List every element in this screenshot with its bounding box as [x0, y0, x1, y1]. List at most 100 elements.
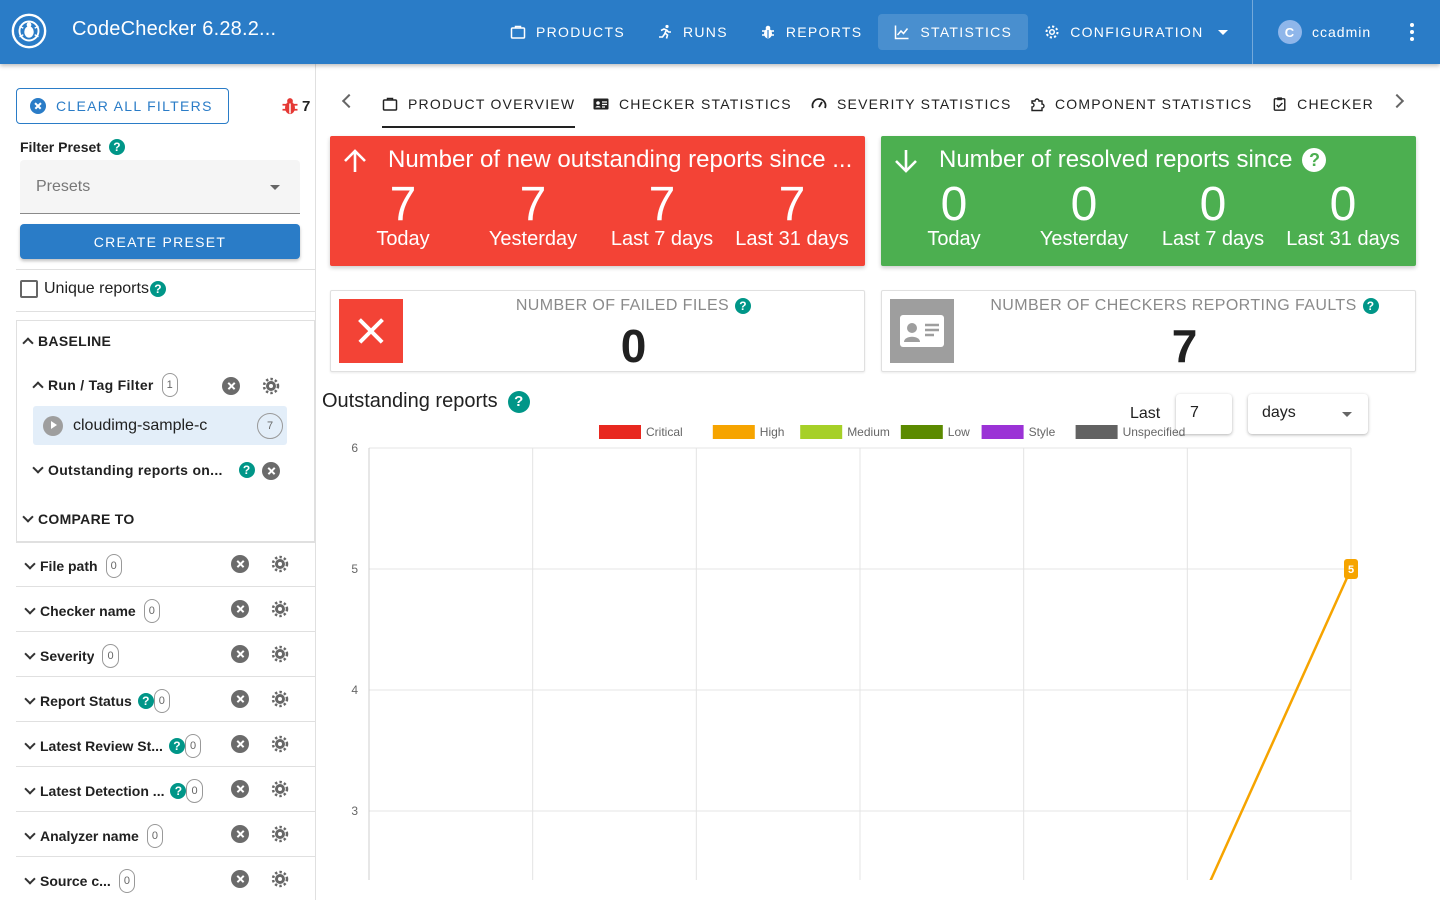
- run-tag-filter-header[interactable]: Run / Tag Filter 1: [32, 373, 179, 397]
- resolved-last-31-days: 0 Last 31 days: [1278, 178, 1408, 251]
- more-vert-icon[interactable]: [1404, 20, 1420, 44]
- run-item[interactable]: cloudimg-sample-c 7: [33, 406, 287, 445]
- nav-statistics[interactable]: Statistics: [878, 14, 1029, 50]
- help-icon[interactable]: ?: [1302, 148, 1327, 172]
- gear-icon[interactable]: [271, 870, 289, 888]
- nav-reports[interactable]: Reports: [744, 14, 879, 50]
- legend-swatch: [981, 425, 1024, 439]
- codechecker-logo-icon[interactable]: [10, 12, 48, 50]
- gear-icon[interactable]: [271, 735, 289, 753]
- stat-value: 0: [1070, 178, 1098, 231]
- legend-label: Low: [948, 425, 970, 439]
- resolved-reports-title-text: Number of resolved reports since: [939, 146, 1293, 173]
- filter-row[interactable]: Latest Detection ...? 0: [16, 767, 315, 812]
- report-count-badge: 7: [280, 96, 310, 116]
- app-title: CodeChecker 6.28.2...: [72, 18, 277, 40]
- puzzle-icon: [1031, 98, 1045, 112]
- unique-reports-checkbox[interactable]: [20, 280, 38, 298]
- compare-to-header[interactable]: COMPARE TO: [22, 511, 135, 527]
- tab-component-statistics[interactable]: Component statistics: [1029, 80, 1252, 128]
- clear-filter-icon[interactable]: [231, 645, 249, 663]
- presets-select[interactable]: Presets: [20, 160, 300, 214]
- nav-configuration[interactable]: Configuration: [1028, 14, 1243, 50]
- tab-product-overview-label: Product overview: [408, 96, 576, 112]
- gear-icon[interactable]: [271, 555, 289, 573]
- legend-swatch: [712, 425, 755, 439]
- help-icon[interactable]: ?: [149, 281, 166, 297]
- help-icon[interactable]: ?: [168, 738, 185, 754]
- gear-icon[interactable]: [262, 377, 280, 395]
- clear-filter-icon[interactable]: [231, 870, 249, 888]
- nav-products[interactable]: Products: [494, 14, 641, 50]
- nav-configuration-label: Configuration: [1070, 24, 1204, 40]
- nav-reports-label: Reports: [785, 24, 863, 40]
- user-menu[interactable]: C ccadmin: [1278, 20, 1371, 44]
- filter-row[interactable]: File path 0: [16, 542, 315, 587]
- chevron-down-icon: [22, 511, 34, 523]
- filter-row[interactable]: Checker name 0: [16, 587, 315, 632]
- help-icon[interactable]: ?: [507, 390, 530, 413]
- failed-files-value: 0: [620, 320, 647, 372]
- chevron-right-icon[interactable]: [1389, 93, 1405, 109]
- clear-filter-icon[interactable]: [262, 462, 280, 480]
- outstanding-on-label: Outstanding reports on...: [48, 462, 223, 478]
- clear-filter-icon[interactable]: [231, 600, 249, 618]
- help-icon[interactable]: ?: [170, 783, 187, 799]
- tab-product-overview[interactable]: Product overview: [382, 80, 576, 128]
- filter-row[interactable]: Report Status? 0: [16, 677, 315, 722]
- create-preset-button[interactable]: CREATE PRESET: [20, 224, 300, 259]
- clear-filter-icon[interactable]: [231, 690, 249, 708]
- legend-swatch: [599, 425, 641, 439]
- chevron-down-icon: [24, 783, 36, 795]
- gear-icon[interactable]: [271, 780, 289, 798]
- filter-label: Analyzer name 0: [24, 824, 163, 848]
- gear-icon[interactable]: [271, 825, 289, 843]
- clear-filter-icon[interactable]: [231, 555, 249, 573]
- gear-icon[interactable]: [271, 690, 289, 708]
- tab-checker-statistics[interactable]: Checker statistics: [593, 80, 792, 128]
- clear-filter-icon[interactable]: [222, 377, 240, 395]
- filter-preset-label: Filter Preset ?: [20, 139, 125, 155]
- filter-row[interactable]: Analyzer name 0: [16, 812, 315, 857]
- clear-all-filters-button[interactable]: CLEAR ALL FILTERS: [16, 88, 229, 124]
- tab-severity-statistics[interactable]: Severity statistics: [811, 80, 1012, 128]
- chevron-left-icon[interactable]: [341, 93, 357, 109]
- clear-filter-icon[interactable]: [231, 825, 249, 843]
- chart-line-icon: [895, 25, 909, 40]
- gear-icon: [1045, 25, 1059, 39]
- filter-row[interactable]: Source c... 0: [16, 857, 315, 900]
- stat-label: Last 7 days: [1161, 228, 1265, 250]
- help-icon[interactable]: ?: [1362, 298, 1379, 314]
- user-name: ccadmin: [1312, 24, 1372, 40]
- resolved-reports-title: Number of resolved reports since ?: [939, 146, 1410, 174]
- new-yesterday: 7 Yesterday: [468, 178, 598, 251]
- chevron-down-icon: [24, 738, 36, 750]
- help-icon[interactable]: ?: [238, 462, 255, 478]
- help-icon[interactable]: ?: [108, 139, 125, 155]
- nav-products-label: Products: [536, 24, 625, 40]
- gear-icon[interactable]: [271, 600, 289, 618]
- baseline-header[interactable]: BASELINE: [22, 333, 111, 349]
- help-icon[interactable]: ?: [137, 693, 154, 709]
- clear-filter-icon[interactable]: [231, 735, 249, 753]
- stat-value: 7: [519, 178, 547, 231]
- gear-icon[interactable]: [271, 645, 289, 663]
- run-icon: [658, 24, 671, 39]
- clear-filter-icon[interactable]: [231, 780, 249, 798]
- unique-reports-toggle[interactable]: Unique reports ?: [20, 280, 166, 298]
- report-count: 7: [302, 97, 311, 115]
- tab-checker[interactable]: Checker: [1272, 80, 1374, 128]
- clear-all-filters-label: CLEAR ALL FILTERS: [56, 98, 213, 114]
- close-icon: [339, 299, 403, 363]
- nav-runs[interactable]: Runs: [641, 14, 744, 50]
- main-nav: Products Runs Reports Statistics Configu…: [494, 14, 1244, 50]
- stat-value: 7: [778, 178, 806, 231]
- filter-label: File path 0: [24, 554, 122, 578]
- y-tick-label: 4: [351, 683, 358, 697]
- outstanding-on-header[interactable]: Outstanding reports on... ?: [32, 462, 255, 478]
- stat-value: 0: [940, 178, 968, 231]
- filter-row[interactable]: Latest Review St...? 0: [16, 722, 315, 767]
- filter-name: Latest Detection ...: [40, 783, 165, 799]
- help-icon[interactable]: ?: [735, 298, 752, 314]
- filter-row[interactable]: Severity 0: [16, 632, 315, 677]
